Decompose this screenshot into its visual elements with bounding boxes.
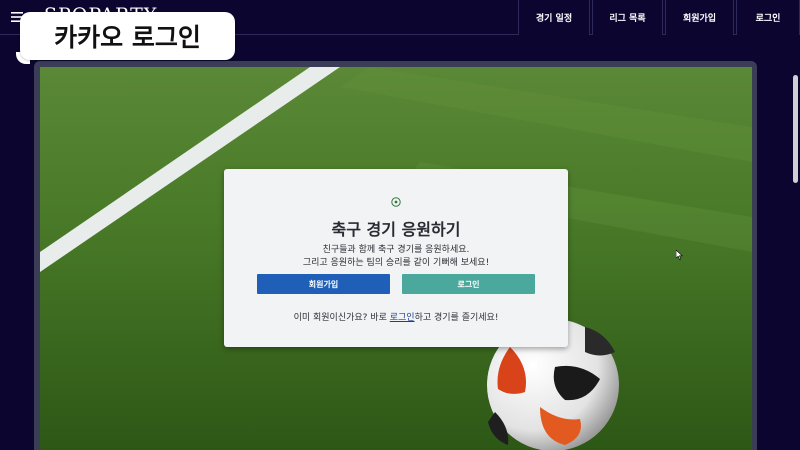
footer-suffix: 하고 경기를 즐기세요! [414,313,499,323]
soccer-ball-icon [391,197,401,207]
card-footer: 이미 회원이신가요? 바로 로그인하고 경기를 즐기세요! [224,310,568,323]
caption-text: 카카오 로그인 [54,23,201,52]
card-title: 축구 경기 응원하기 [331,220,461,239]
nav-item-login[interactable]: 로그인 [736,0,800,35]
caption-overlay: 카카오 로그인 [20,12,235,60]
nav-menu: 경기 일정 리그 목록 회원가입 로그인 [516,0,800,35]
nav-item-signup[interactable]: 회원가입 [665,0,734,35]
login-button[interactable]: 로그인 [402,274,535,294]
card-description-line1: 친구들과 함께 축구 경기를 응원하세요. [322,245,470,255]
vertical-scrollbar[interactable] [791,35,800,450]
scrollbar-thumb[interactable] [793,75,798,183]
footer-login-link[interactable]: 로그인 [390,313,415,323]
card-description-line2: 그리고 응원하는 팀의 승리를 같이 기뻐해 보세요! [302,258,490,268]
mouse-cursor-icon [676,250,683,260]
signup-button[interactable]: 회원가입 [257,274,390,294]
nav-item-schedule[interactable]: 경기 일정 [518,0,590,35]
nav-item-leagues[interactable]: 리그 목록 [592,0,663,35]
welcome-card: 축구 경기 응원하기 친구들과 함께 축구 경기를 응원하세요. 그리고 응원하… [224,169,568,347]
footer-prefix: 이미 회원이신가요? 바로 [293,313,390,323]
